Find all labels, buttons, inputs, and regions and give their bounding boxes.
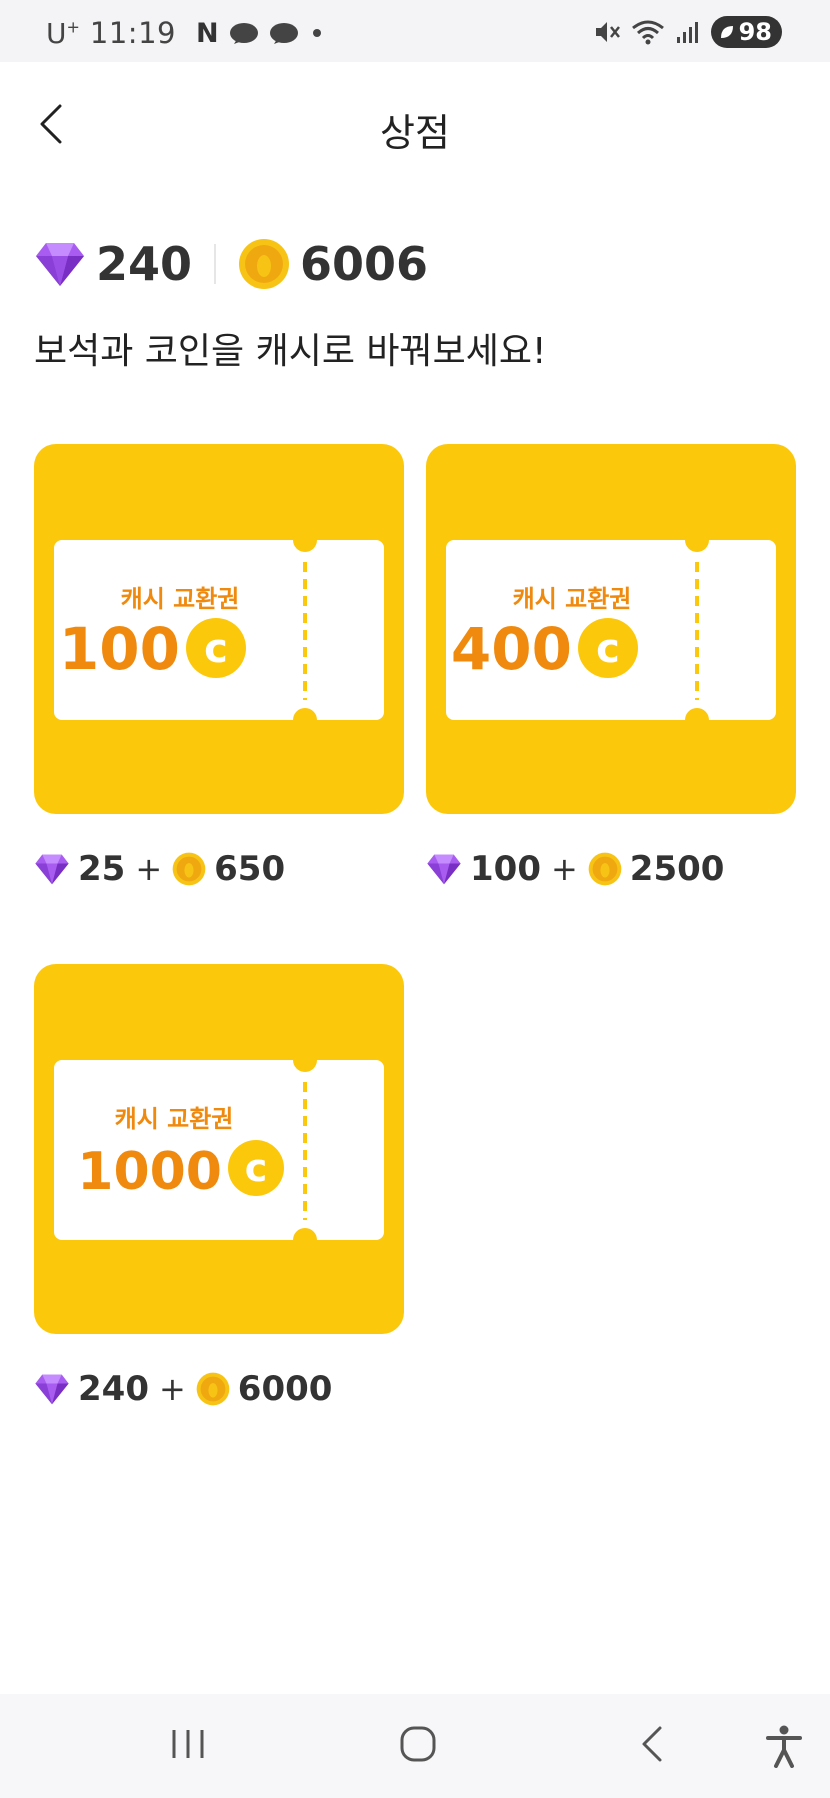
battery-indicator: 98	[710, 16, 782, 48]
cash-ticket-image: 캐시 교환권 400 c	[446, 528, 776, 732]
talk-icon	[229, 23, 258, 44]
signal-icon	[676, 22, 698, 43]
coin-icon	[196, 1372, 230, 1406]
status-right: 98	[593, 16, 782, 48]
wifi-icon	[631, 20, 664, 45]
accessibility-icon[interactable]	[764, 1724, 804, 1768]
battery-level: 98	[738, 18, 772, 46]
coin-icon	[239, 239, 290, 289]
system-nav-bar	[0, 1694, 830, 1798]
gem-cost: 240	[78, 1369, 149, 1409]
svg-text:c: c	[245, 1146, 268, 1190]
price-row-400: 100 + 2500	[426, 846, 724, 892]
price-row-100: 25 + 650	[34, 846, 285, 892]
ticket-label: 캐시 교환권	[115, 1105, 234, 1133]
recents-icon[interactable]	[168, 1724, 208, 1764]
coin-cost: 2500	[629, 849, 725, 889]
gem-icon	[35, 1374, 69, 1405]
gem-cost: 100	[470, 849, 541, 889]
gem-balance: 240	[96, 237, 193, 291]
carrier-plus: +	[66, 17, 80, 37]
cash-c-icon: c	[578, 618, 638, 678]
ticket-amount: 100	[59, 615, 180, 683]
cash-c-icon: c	[186, 618, 246, 678]
product-card-1000[interactable]: 캐시 교환권 1000 c	[34, 964, 404, 1334]
plus-sign: +	[135, 850, 163, 888]
coin-cost: 6000	[237, 1369, 333, 1409]
notification-dot-icon	[312, 29, 321, 37]
gem-icon	[35, 854, 69, 885]
product-card-400[interactable]: 캐시 교환권 400 c	[426, 444, 796, 814]
ticket-label: 캐시 교환권	[121, 585, 240, 613]
balance-summary: 240 6006	[34, 232, 428, 296]
coin-balance: 6006	[300, 237, 429, 291]
cash-ticket-image: 캐시 교환권 1000 c	[54, 1048, 384, 1252]
status-bar: U+ 11:19 N 98	[0, 0, 830, 62]
ticket-amount: 1000	[77, 1142, 222, 1202]
shop-subtitle: 보석과 코인을 캐시로 바꿔보세요!	[34, 331, 547, 372]
shop-screen: U+ 11:19 N 98 상점 240 6006 보석과 코인을 캐시로 바꿔…	[0, 0, 830, 1798]
page-title: 상점	[380, 111, 450, 155]
coin-cost: 650	[214, 849, 286, 889]
status-left: U+ 11:19 N	[46, 16, 321, 50]
plus-sign: +	[550, 850, 578, 888]
mute-icon	[595, 22, 620, 42]
nav-back-icon[interactable]	[632, 1724, 672, 1764]
gem-icon	[427, 854, 461, 885]
carrier-text: U	[46, 16, 67, 50]
naver-icon: N	[195, 17, 219, 49]
price-row-1000: 240 + 6000	[34, 1366, 332, 1412]
ticket-label: 캐시 교환권	[513, 585, 632, 613]
leaf-icon	[720, 26, 733, 38]
svg-text:c: c	[596, 626, 620, 672]
plus-sign: +	[158, 1370, 186, 1408]
svg-text:c: c	[204, 626, 228, 672]
carrier-label: U+	[46, 17, 80, 50]
header: 상점	[0, 62, 830, 186]
talk-icon	[269, 23, 298, 44]
coin-icon	[588, 852, 622, 886]
gem-cost: 25	[78, 849, 126, 889]
status-time: 11:19	[89, 16, 176, 50]
ticket-amount: 400	[451, 615, 572, 683]
product-card-100[interactable]: 캐시 교환권 100 c	[34, 444, 404, 814]
coin-icon	[172, 852, 206, 886]
cash-c-icon: c	[228, 1140, 284, 1196]
cash-ticket-image: 캐시 교환권 100 c	[54, 528, 384, 732]
home-icon[interactable]	[398, 1724, 438, 1764]
balance-divider	[214, 244, 217, 284]
gem-icon	[36, 243, 84, 286]
